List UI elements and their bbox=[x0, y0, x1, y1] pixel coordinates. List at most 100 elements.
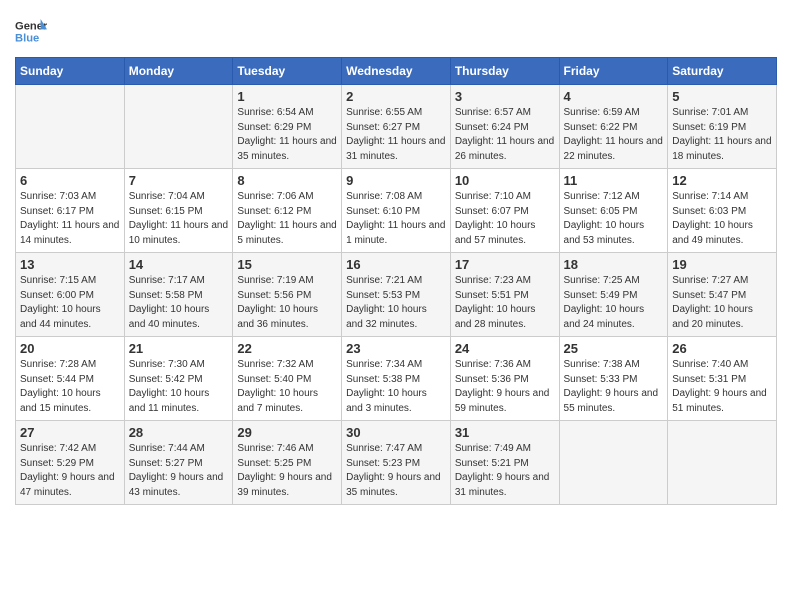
svg-text:Blue: Blue bbox=[15, 32, 39, 44]
calendar-cell: 22Sunrise: 7:32 AMSunset: 5:40 PMDayligh… bbox=[233, 337, 342, 421]
day-number: 3 bbox=[455, 89, 555, 104]
day-number: 29 bbox=[237, 425, 337, 440]
day-info: Sunrise: 7:21 AMSunset: 5:53 PMDaylight:… bbox=[346, 274, 446, 332]
calendar-cell: 8 Sunrise: 7:06 AMSunset: 6:12 PMDaylight… bbox=[233, 169, 342, 253]
calendar-cell: 24 Sunrise: 7:36 AMSunset: 5:36 PMDayligh… bbox=[450, 337, 559, 421]
day-info: Sunrise: 7:44 AMSunset: 5:27 PMDaylight:… bbox=[129, 442, 229, 500]
calendar-cell: 29 Sunrise: 7:46 AMSunset: 5:25 PMDayligh… bbox=[233, 421, 342, 505]
day-info: Sunrise: 7:34 AMSunset: 5:38 PMDaylight:… bbox=[346, 358, 446, 416]
day-number: 26 bbox=[672, 341, 772, 356]
day-number: 23 bbox=[346, 341, 446, 356]
calendar-cell bbox=[668, 421, 777, 505]
day-info: Sunrise: 7:38 AMSunset: 5:33 PMDaylight:… bbox=[564, 358, 664, 416]
day-info: Sunrise: 7:10 AMSunset: 6:07 PMDaylight:… bbox=[455, 190, 555, 248]
day-info: Sunrise: 7:36 AMSunset: 5:36 PMDaylight:… bbox=[455, 358, 555, 416]
day-info: Sunrise: 7:19 AMSunset: 5:56 PMDaylight:… bbox=[237, 274, 337, 332]
day-info: Sunrise: 7:04 AMSunset: 6:15 PMDaylight:… bbox=[129, 190, 229, 248]
calendar-cell: 23 Sunrise: 7:34 AMSunset: 5:38 PMDayligh… bbox=[342, 337, 451, 421]
calendar-cell: 14 Sunrise: 7:17 AMSunset: 5:58 PMDayligh… bbox=[124, 253, 233, 337]
calendar-cell: 11 Sunrise: 7:12 AMSunset: 6:05 PMDayligh… bbox=[559, 169, 668, 253]
calendar-cell: 16 Sunrise: 7:21 AMSunset: 5:53 PMDayligh… bbox=[342, 253, 451, 337]
day-info: Sunrise: 7:28 AMSunset: 5:44 PMDaylight:… bbox=[20, 358, 120, 416]
day-number: 14 bbox=[129, 257, 229, 272]
day-number: 20 bbox=[20, 341, 120, 356]
day-info: Sunrise: 7:30 AMSunset: 5:42 PMDaylight:… bbox=[129, 358, 229, 416]
weekday-header-tuesday: Tuesday bbox=[233, 58, 342, 85]
day-info: Sunrise: 7:12 AMSunset: 6:05 PMDaylight:… bbox=[564, 190, 664, 248]
weekday-header-row: SundayMondayTuesdayWednesdayThursdayFrid… bbox=[16, 58, 777, 85]
weekday-header-thursday: Thursday bbox=[450, 58, 559, 85]
day-info: Sunrise: 7:32 AMSunset: 5:40 PMDaylight:… bbox=[237, 358, 337, 416]
day-info: Sunrise: 7:01 AMSunset: 6:19 PMDaylight:… bbox=[672, 106, 772, 164]
day-number: 17 bbox=[455, 257, 555, 272]
day-number: 28 bbox=[129, 425, 229, 440]
day-number: 1 bbox=[237, 89, 337, 104]
calendar-cell: 27 Sunrise: 7:42 AMSunset: 5:29 PMDayligh… bbox=[16, 421, 125, 505]
logo-icon: General Blue bbox=[15, 15, 47, 47]
calendar-cell: 18 Sunrise: 7:25 AMSunset: 5:49 PMDayligh… bbox=[559, 253, 668, 337]
calendar-cell: 20 Sunrise: 7:28 AMSunset: 5:44 PMDayligh… bbox=[16, 337, 125, 421]
day-info: Sunrise: 7:03 AMSunset: 6:17 PMDaylight:… bbox=[20, 190, 120, 248]
weekday-header-monday: Monday bbox=[124, 58, 233, 85]
day-number: 15 bbox=[237, 257, 337, 272]
day-info: Sunrise: 7:46 AMSunset: 5:25 PMDaylight:… bbox=[237, 442, 337, 500]
calendar-cell bbox=[124, 85, 233, 169]
calendar-cell: 26Sunrise: 7:40 AMSunset: 5:31 PMDayligh… bbox=[668, 337, 777, 421]
calendar-header: SundayMondayTuesdayWednesdayThursdayFrid… bbox=[16, 58, 777, 85]
calendar-row: 27 Sunrise: 7:42 AMSunset: 5:29 PMDayligh… bbox=[16, 421, 777, 505]
day-info: Sunrise: 6:55 AMSunset: 6:27 PMDaylight:… bbox=[346, 106, 446, 164]
day-info: Sunrise: 7:06 AMSunset: 6:12 PMDaylight:… bbox=[237, 190, 337, 248]
calendar-cell: 25 Sunrise: 7:38 AMSunset: 5:33 PMDayligh… bbox=[559, 337, 668, 421]
day-number: 21 bbox=[129, 341, 229, 356]
day-info: Sunrise: 7:27 AMSunset: 5:47 PMDaylight:… bbox=[672, 274, 772, 332]
day-number: 2 bbox=[346, 89, 446, 104]
calendar-cell: 19 Sunrise: 7:27 AMSunset: 5:47 PMDayligh… bbox=[668, 253, 777, 337]
day-number: 10 bbox=[455, 173, 555, 188]
weekday-header-wednesday: Wednesday bbox=[342, 58, 451, 85]
calendar-cell: 15 Sunrise: 7:19 AMSunset: 5:56 PMDayligh… bbox=[233, 253, 342, 337]
day-info: Sunrise: 7:14 AMSunset: 6:03 PMDaylight:… bbox=[672, 190, 772, 248]
calendar-cell: 12 Sunrise: 7:14 AMSunset: 6:03 PMDayligh… bbox=[668, 169, 777, 253]
calendar-row: 13 Sunrise: 7:15 AMSunset: 6:00 PMDayligh… bbox=[16, 253, 777, 337]
weekday-header-friday: Friday bbox=[559, 58, 668, 85]
calendar-row: 6Sunrise: 7:03 AMSunset: 6:17 PMDaylight… bbox=[16, 169, 777, 253]
calendar-row: 1Sunrise: 6:54 AMSunset: 6:29 PMDaylight… bbox=[16, 85, 777, 169]
day-number: 27 bbox=[20, 425, 120, 440]
calendar-cell: 2 Sunrise: 6:55 AMSunset: 6:27 PMDaylight… bbox=[342, 85, 451, 169]
day-number: 8 bbox=[237, 173, 337, 188]
calendar-cell: 1Sunrise: 6:54 AMSunset: 6:29 PMDaylight… bbox=[233, 85, 342, 169]
day-number: 13 bbox=[20, 257, 120, 272]
day-number: 12 bbox=[672, 173, 772, 188]
day-number: 19 bbox=[672, 257, 772, 272]
calendar-cell: 9Sunrise: 7:08 AMSunset: 6:10 PMDaylight… bbox=[342, 169, 451, 253]
calendar-cell: 6Sunrise: 7:03 AMSunset: 6:17 PMDaylight… bbox=[16, 169, 125, 253]
weekday-header-saturday: Saturday bbox=[668, 58, 777, 85]
day-info: Sunrise: 7:42 AMSunset: 5:29 PMDaylight:… bbox=[20, 442, 120, 500]
day-info: Sunrise: 7:15 AMSunset: 6:00 PMDaylight:… bbox=[20, 274, 120, 332]
calendar-cell bbox=[16, 85, 125, 169]
calendar-cell: 7 Sunrise: 7:04 AMSunset: 6:15 PMDaylight… bbox=[124, 169, 233, 253]
day-number: 25 bbox=[564, 341, 664, 356]
day-number: 16 bbox=[346, 257, 446, 272]
day-info: Sunrise: 7:17 AMSunset: 5:58 PMDaylight:… bbox=[129, 274, 229, 332]
day-info: Sunrise: 7:25 AMSunset: 5:49 PMDaylight:… bbox=[564, 274, 664, 332]
calendar-body: 1Sunrise: 6:54 AMSunset: 6:29 PMDaylight… bbox=[16, 85, 777, 505]
calendar-cell: 21 Sunrise: 7:30 AMSunset: 5:42 PMDayligh… bbox=[124, 337, 233, 421]
day-info: Sunrise: 7:49 AMSunset: 5:21 PMDaylight:… bbox=[455, 442, 555, 500]
day-number: 24 bbox=[455, 341, 555, 356]
calendar-cell bbox=[559, 421, 668, 505]
calendar-cell: 28 Sunrise: 7:44 AMSunset: 5:27 PMDayligh… bbox=[124, 421, 233, 505]
day-info: Sunrise: 7:47 AMSunset: 5:23 PMDaylight:… bbox=[346, 442, 446, 500]
calendar-row: 20 Sunrise: 7:28 AMSunset: 5:44 PMDayligh… bbox=[16, 337, 777, 421]
day-number: 5 bbox=[672, 89, 772, 104]
calendar-cell: 30 Sunrise: 7:47 AMSunset: 5:23 PMDayligh… bbox=[342, 421, 451, 505]
calendar-cell: 5 Sunrise: 7:01 AMSunset: 6:19 PMDaylight… bbox=[668, 85, 777, 169]
day-number: 7 bbox=[129, 173, 229, 188]
calendar-table: SundayMondayTuesdayWednesdayThursdayFrid… bbox=[15, 57, 777, 505]
day-number: 11 bbox=[564, 173, 664, 188]
weekday-header-sunday: Sunday bbox=[16, 58, 125, 85]
day-number: 30 bbox=[346, 425, 446, 440]
day-number: 18 bbox=[564, 257, 664, 272]
day-info: Sunrise: 7:08 AMSunset: 6:10 PMDaylight:… bbox=[346, 190, 446, 248]
calendar-cell: 13 Sunrise: 7:15 AMSunset: 6:00 PMDayligh… bbox=[16, 253, 125, 337]
